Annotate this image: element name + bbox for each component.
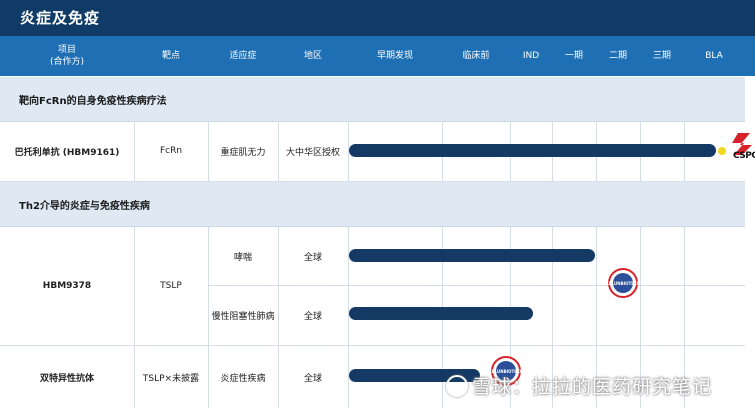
header-project-label: 项目 (57, 45, 76, 55)
progress-bar (349, 249, 595, 262)
header-project: 项目 (合作方) (0, 36, 134, 76)
biotech-logo-line: BIOTECH (620, 280, 641, 286)
header-bla: BLA (705, 51, 723, 61)
header-ind: IND (522, 51, 540, 61)
project-cell: HBM9378 (42, 281, 92, 291)
region-cell: 全球 (303, 373, 322, 384)
region-cell: 大中华区授权 (285, 147, 340, 158)
target-cell: TSLP (160, 281, 182, 291)
header-indication: 适应症 (229, 51, 257, 61)
header-target: 靶点 (161, 51, 180, 61)
header-project-partner: (合作方) (49, 57, 85, 67)
table-header: 项目 (合作方) 靶点 适应症 地区 早期发现 临床前 IND 一期 二期 三期… (0, 36, 755, 76)
section-fcrn: 靶向FcRn的自身免疫性疾病疗法 (0, 77, 745, 122)
region-cell: 全球 (303, 252, 322, 263)
page-title: 炎症及免疫 (20, 9, 101, 27)
region-cell: 全球 (303, 312, 322, 322)
target-cell: TSLP×未披露 (142, 373, 200, 384)
title-bar: 炎症及免疫 (0, 0, 755, 36)
progress-bar (349, 307, 533, 320)
header-preclinical: 临床前 (462, 51, 490, 61)
section-label: 靶向FcRn的自身免疫性疾病疗法 (19, 96, 167, 107)
project-cell: 双特异性抗体 (39, 373, 94, 384)
indication-cell: 炎症性疾病 (220, 373, 266, 384)
project-cell: 巴托利单抗 (HBM9161) (14, 147, 120, 158)
indication-cell: 重症肌无力 (220, 147, 266, 158)
kelun-biotech-logo-icon: KELUN BIOTECH (606, 268, 640, 298)
watermark: 雪球：拉拉的医药研究笔记 (446, 372, 712, 399)
indication-cell: 慢性阻塞性肺病 (211, 312, 275, 322)
indication-cell: 哮喘 (233, 252, 252, 263)
section-label: Th2介导的炎症与免疫性疾病 (19, 201, 150, 212)
bla-status-dot (718, 147, 726, 155)
header-region: 地区 (303, 51, 322, 61)
kelun-logo-line: KELUN (605, 280, 621, 286)
cspc-logo-text: CSPC (733, 151, 755, 161)
header-phase1: 一期 (564, 51, 583, 61)
snowball-icon (446, 374, 468, 397)
kelun-biotech-logo-text: KELUN BIOTECH (606, 273, 640, 293)
watermark-text: 雪球：拉拉的医药研究笔记 (472, 376, 713, 398)
target-cell: FcRn (159, 146, 183, 156)
section-th2: Th2介导的炎症与免疫性疾病 (0, 182, 745, 227)
header-phase2: 二期 (608, 51, 627, 61)
progress-bar (349, 144, 716, 157)
header-early: 早期发现 (376, 51, 413, 61)
grid-line (0, 181, 745, 182)
header-phase3: 三期 (652, 51, 671, 61)
